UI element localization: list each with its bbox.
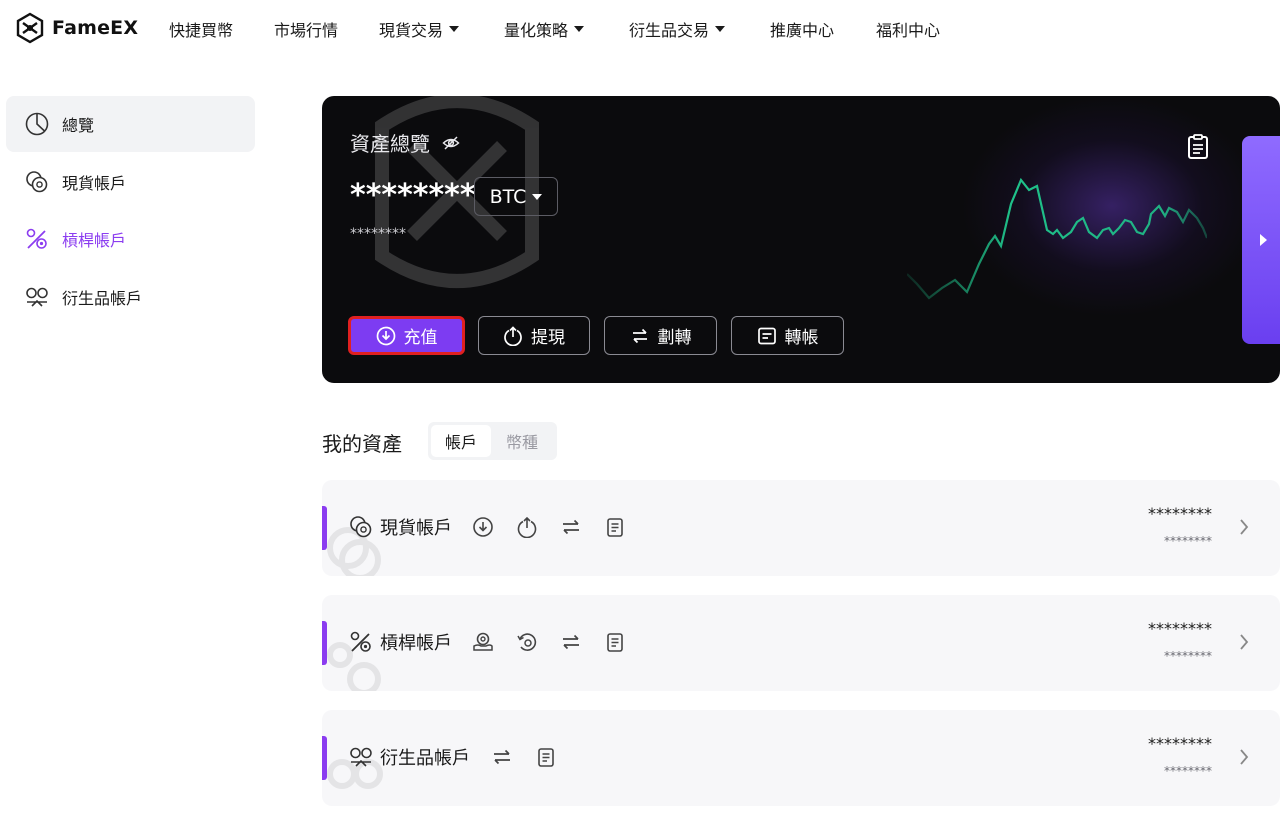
sidebar-item-derivatives-account[interactable]: 衍生品帳戶 [6,269,255,325]
derivatives-icon [26,287,48,307]
nav-item-label: 推廣中心 [770,21,835,40]
account-actions [472,631,626,653]
logo[interactable]: FameEX [14,12,138,44]
caret-down-icon [449,26,460,32]
account-balance-equivalent: ******** [1164,649,1212,663]
nav-item-quant-strategy[interactable]: 量化策略 [504,17,585,41]
nav-item-quick-buy[interactable]: 快捷買幣 [169,17,233,41]
nav-item-label: 衍生品交易 [629,21,710,40]
sidebar-item-label: 槓桿帳戶 [62,231,127,250]
asset-overview-card: 資產總覽 ******** BTC ******** 充值 提現 劃轉 轉帳 [322,96,1280,383]
deposit-icon [376,326,395,345]
account-row-spot[interactable]: 現貨帳戶 ******** ******** [322,480,1280,576]
account-actions [472,516,626,538]
caret-down-icon [574,26,585,32]
account-balance: ******** [1148,734,1212,753]
repay-icon[interactable] [516,631,538,653]
account-row-margin[interactable]: 槓桿帳戶 ******** ******** [322,595,1280,691]
transfer-button[interactable]: 劃轉 [604,316,717,355]
document-icon[interactable] [1187,134,1209,160]
account-name: 現貨帳戶 [348,514,452,540]
percent-icon [350,631,371,652]
nav-item-label: 量化策略 [504,21,569,40]
coins-icon [26,171,48,193]
account-actions [491,746,557,768]
transfer-icon[interactable] [491,746,513,768]
deposit-label: 充值 [403,328,438,348]
chevron-right-icon[interactable] [1238,747,1250,767]
account-balance-equivalent: ******** [1164,534,1212,548]
caret-down-icon [715,26,726,32]
derivatives-icon [350,747,372,767]
eye-off-icon[interactable] [442,134,460,152]
currency-select-label: BTC [489,185,527,208]
account-balance: ******** [1148,504,1212,523]
chevron-right-icon[interactable] [1238,517,1250,537]
currency-select[interactable]: BTC [474,177,558,216]
document-icon[interactable] [535,746,557,768]
nav-item-label: 市場行情 [274,21,339,40]
transfer-icon [632,328,647,343]
transfer-icon[interactable] [560,516,582,538]
nav-item-label: 現貨交易 [379,21,444,40]
withdraw-button[interactable]: 提現 [478,316,590,355]
sidebar-item-overview[interactable]: 總覽 [6,96,255,152]
percent-icon [26,228,47,249]
top-navigation: FameEX 快捷買幣 市場行情 現貨交易 量化策略 衍生品交易 推廣中心 福利… [0,0,1287,56]
sidebar-item-margin-account[interactable]: 槓桿帳戶 [6,211,255,267]
withdraw-icon[interactable] [516,516,538,538]
coins-icon [350,516,372,538]
transfer-label: 劃轉 [657,328,692,348]
account-name: 衍生品帳戶 [348,744,470,770]
assets-view-toggle: 帳戶 幣種 [428,422,557,460]
nav-item-spot-trading[interactable]: 現貨交易 [379,17,460,41]
send-transfer-button[interactable]: 轉帳 [731,316,844,355]
account-row-derivatives[interactable]: 衍生品帳戶 ******** ******** [322,710,1280,806]
nav-item-referral-center[interactable]: 推廣中心 [770,17,834,41]
nav-item-label: 福利中心 [876,21,941,40]
withdraw-icon [504,325,522,346]
account-name-text: 現貨帳戶 [380,518,452,539]
account-name-text: 槓桿帳戶 [380,633,452,654]
account-name: 槓桿帳戶 [348,629,452,655]
withdraw-label: 提現 [531,328,565,348]
account-name-text: 衍生品帳戶 [380,748,470,769]
transfer-icon[interactable] [560,631,582,653]
sidebar-item-label: 現貨帳戶 [62,174,127,193]
tab-currencies[interactable]: 幣種 [492,425,552,457]
send-icon [757,327,776,344]
app-name: FameEX [52,17,139,39]
nav-item-rewards-center[interactable]: 福利中心 [876,17,940,41]
nav-item-label: 快捷買幣 [169,21,234,40]
borrow-icon[interactable] [472,631,494,653]
document-icon[interactable] [604,631,626,653]
document-icon[interactable] [604,516,626,538]
overview-title: 資產總覽 [350,128,460,157]
balance-sparkline [907,177,1207,300]
nav-item-markets[interactable]: 市場行情 [274,17,338,41]
expand-panel-tab[interactable] [1242,136,1280,344]
chevron-right-icon[interactable] [1238,632,1250,652]
my-assets-title: 我的資產 [322,432,402,456]
tab-accounts[interactable]: 帳戶 [431,425,491,457]
overview-title-text: 資產總覽 [350,132,430,156]
total-balance: ******** [350,178,476,213]
fameex-logo-icon [16,12,44,44]
sidebar-item-spot-account[interactable]: 現貨帳戶 [6,154,255,210]
pie-chart-icon [25,112,49,136]
chevron-right-icon [1260,234,1267,246]
caret-down-icon [532,193,543,200]
sidebar-item-label: 衍生品帳戶 [62,289,143,308]
deposit-button[interactable]: 充值 [348,316,465,355]
account-balance: ******** [1148,619,1212,638]
account-balance-equivalent: ******** [1164,764,1212,778]
deposit-icon[interactable] [472,516,494,538]
send-transfer-label: 轉帳 [784,328,819,348]
balance-equivalent: ******** [350,226,406,242]
sidebar-item-label: 總覽 [62,116,95,135]
nav-item-derivatives-trading[interactable]: 衍生品交易 [629,17,726,41]
